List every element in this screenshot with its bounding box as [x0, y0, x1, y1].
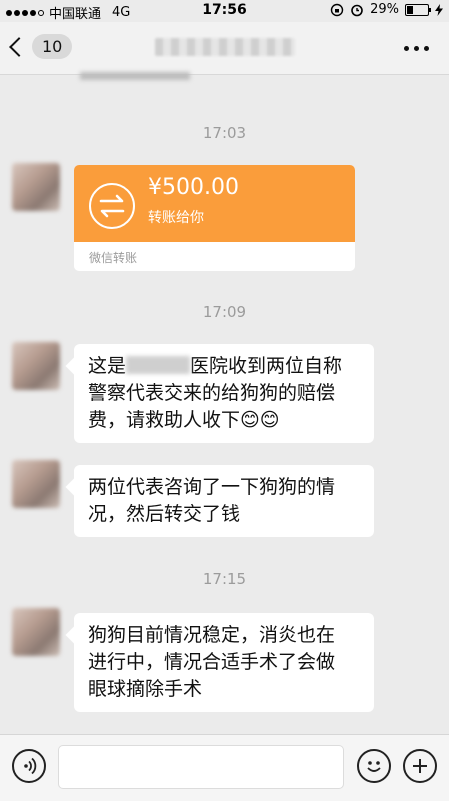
input-bar — [0, 734, 449, 801]
emoji-icon[interactable] — [357, 749, 391, 783]
plus-icon[interactable] — [403, 749, 437, 783]
previous-message-cutoff — [80, 72, 190, 80]
back-button[interactable]: 10 — [9, 34, 73, 59]
transfer-footer: 微信转账 — [89, 251, 138, 265]
message-line: 况，然后转交了钱 — [88, 503, 241, 525]
transfer-arrows-icon — [89, 183, 135, 229]
charging-icon — [435, 3, 443, 16]
status-bar: 中国联通 4G 17:56 29% — [0, 0, 449, 22]
message-line: 警察代表交来的给狗狗的赔偿 — [88, 382, 336, 404]
alarm-icon — [351, 4, 363, 16]
message-input[interactable] — [58, 745, 344, 789]
message-line: 眼球摘除手术 — [88, 678, 203, 700]
timestamp: 17:15 — [202, 570, 247, 588]
message-line: 两位代表咨询了一下狗狗的情 — [88, 476, 336, 498]
redacted-text — [126, 356, 191, 374]
message-line: 费，请救助人收下😊😊 — [88, 409, 280, 431]
avatar[interactable] — [12, 163, 60, 211]
message-bubble[interactable]: 这是 医院收到两位自称 警察代表交来的给狗狗的赔偿 费，请救助人收下😊😊 — [74, 344, 374, 443]
transfer-card[interactable]: ¥500.00 转账给你 微信转账 — [74, 165, 355, 271]
battery-percent: 29% — [370, 2, 399, 17]
avatar[interactable] — [12, 608, 60, 656]
message-line: 这是 医院收到两位自称 — [88, 353, 360, 380]
message-text: 医院收到两位自称 — [190, 355, 343, 377]
chat-title-redacted — [155, 38, 295, 56]
chat-header: 10 — [0, 22, 449, 75]
message-line: 进行中，情况合适手术了会做 — [88, 651, 336, 673]
transfer-amount: ¥500.00 — [148, 175, 239, 200]
battery-icon — [405, 3, 431, 16]
avatar[interactable] — [12, 342, 60, 390]
transfer-subtitle: 转账给你 — [148, 210, 204, 226]
message-bubble[interactable]: 狗狗目前情况稳定，消炎也在 进行中，情况合适手术了会做 眼球摘除手术 — [74, 613, 374, 712]
voice-icon[interactable] — [12, 749, 46, 783]
message-line: 狗狗目前情况稳定，消炎也在 — [88, 624, 336, 646]
message-text: 这是 — [88, 355, 127, 377]
message-bubble[interactable]: 两位代表咨询了一下狗狗的情 况，然后转交了钱 — [74, 465, 374, 537]
timestamp: 17:09 — [202, 303, 247, 321]
chevron-left-icon — [9, 36, 29, 57]
more-dots-icon[interactable] — [404, 46, 429, 51]
unread-count-badge: 10 — [32, 34, 73, 59]
avatar[interactable] — [12, 460, 60, 508]
timestamp: 17:03 — [202, 124, 247, 142]
rotation-lock-icon — [330, 3, 344, 16]
